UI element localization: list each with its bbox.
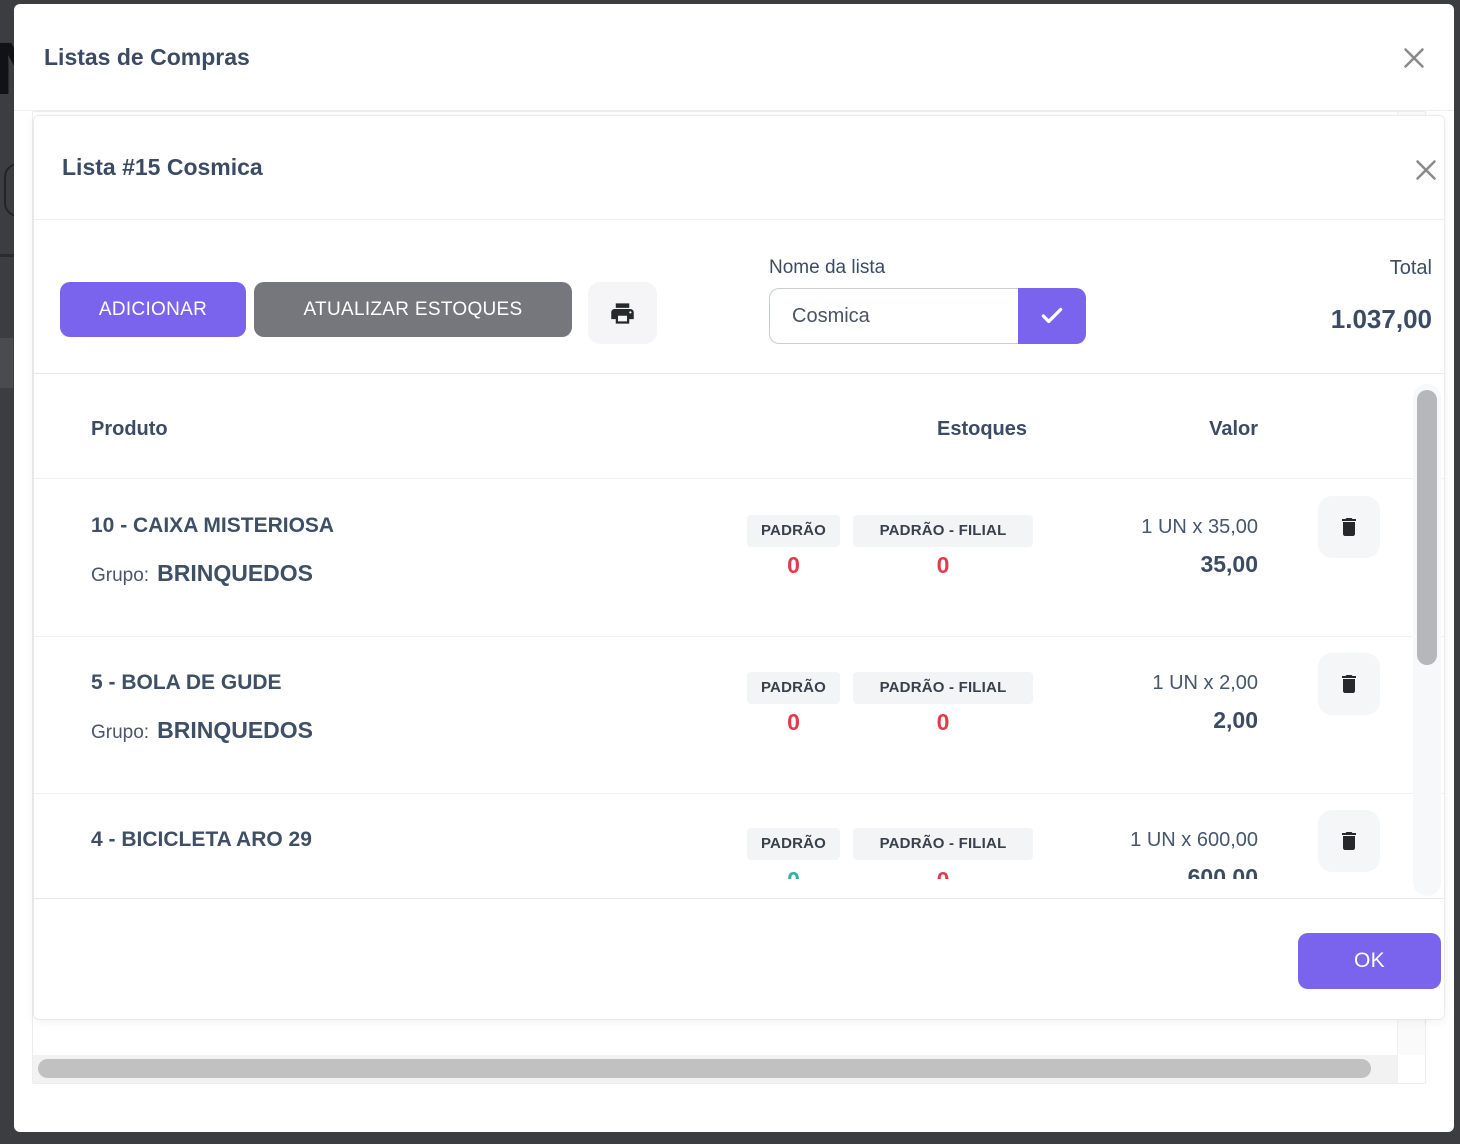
update-stocks-button[interactable]: ATUALIZAR ESTOQUES xyxy=(254,282,572,337)
stocks-column-header: Estoques xyxy=(882,418,1082,441)
trash-icon xyxy=(1337,672,1361,696)
stock-badge: PADRÃO xyxy=(747,828,840,860)
total-label: Total xyxy=(1390,257,1432,280)
total-value: 1.037,00 xyxy=(1331,304,1432,335)
product-name: 5 - BOLA DE GUDE xyxy=(91,671,282,695)
close-icon xyxy=(1397,41,1431,75)
table-vertical-scrollbar-thumb[interactable] xyxy=(1417,390,1437,665)
stock-quantity: 0 xyxy=(747,552,840,579)
dialog-title: Lista #15 Cosmica xyxy=(62,154,263,181)
product-table-viewport[interactable]: Produto Estoques Valor 10 - CAIXA MISTER… xyxy=(34,374,1444,879)
dialog-close-button[interactable] xyxy=(1406,150,1446,190)
quantity-price-line: 1 UN x 600,00 xyxy=(1130,829,1258,852)
stock-quantity: 0 xyxy=(853,867,1033,879)
table-divider xyxy=(34,478,1444,479)
delete-item-button[interactable] xyxy=(1318,810,1380,872)
stock-quantity: 0 xyxy=(747,867,840,879)
row-total: 2,00 xyxy=(1213,707,1258,734)
stock-badge: PADRÃO - FILIAL xyxy=(853,828,1033,860)
list-detail-dialog: Lista #15 Cosmica ADICIONAR ATUALIZAR ES… xyxy=(33,115,1445,1020)
group-value: BRINQUEDOS xyxy=(157,560,313,587)
stock-badge: PADRÃO xyxy=(747,672,840,704)
ok-button[interactable]: OK xyxy=(1298,933,1441,989)
table-vertical-scrollbar-track[interactable] xyxy=(1413,384,1441,896)
value-column-header: Valor xyxy=(1209,418,1258,441)
dialog-footer-divider xyxy=(34,898,1444,899)
background-page-box xyxy=(0,338,13,388)
modal-close-button[interactable] xyxy=(1394,38,1434,78)
modal-title: Listas de Compras xyxy=(44,44,250,71)
list-name-input[interactable] xyxy=(769,288,1018,344)
table-divider xyxy=(34,793,1444,794)
delete-item-button[interactable] xyxy=(1318,653,1380,715)
stock-quantity: 0 xyxy=(747,709,840,736)
group-label: Grupo: xyxy=(91,722,149,744)
group-value: BRINQUEDOS xyxy=(157,717,313,744)
product-column-header: Produto xyxy=(91,418,168,441)
table-divider xyxy=(34,636,1444,637)
stock-badge: PADRÃO - FILIAL xyxy=(853,515,1033,547)
stock-quantity: 0 xyxy=(853,709,1033,736)
stock-badge: PADRÃO xyxy=(747,515,840,547)
stock-badge: PADRÃO - FILIAL xyxy=(853,672,1033,704)
group-label: Grupo: xyxy=(91,565,149,587)
row-total: 35,00 xyxy=(1200,551,1258,578)
horizontal-scrollbar-track[interactable] xyxy=(33,1055,1398,1083)
confirm-name-button[interactable] xyxy=(1018,288,1086,344)
shopping-lists-modal: Listas de Compras Lista #15 Cosmica xyxy=(14,4,1454,1132)
print-button[interactable] xyxy=(588,282,657,344)
product-name: 10 - CAIXA MISTERIOSA xyxy=(91,514,334,538)
horizontal-scrollbar-thumb[interactable] xyxy=(38,1059,1371,1078)
trash-icon xyxy=(1337,515,1361,539)
trash-icon xyxy=(1337,829,1361,853)
screen: N Listas de Compras Lista #15 Cosmica xyxy=(0,0,1460,1144)
stock-quantity: 0 xyxy=(853,552,1033,579)
add-button[interactable]: ADICIONAR xyxy=(60,282,246,337)
product-name: 4 - BICICLETA ARO 29 xyxy=(91,828,312,852)
printer-icon xyxy=(609,300,636,327)
product-group: Grupo: BRINQUEDOS xyxy=(91,717,313,744)
close-icon xyxy=(1409,153,1443,187)
product-group: Grupo: BRINQUEDOS xyxy=(91,560,313,587)
list-name-label: Nome da lista xyxy=(769,257,885,279)
delete-item-button[interactable] xyxy=(1318,496,1380,558)
dialog-header-divider xyxy=(34,219,1444,220)
quantity-price-line: 1 UN x 2,00 xyxy=(1152,672,1258,695)
row-total: 600,00 xyxy=(1188,864,1258,879)
check-icon xyxy=(1039,303,1065,329)
quantity-price-line: 1 UN x 35,00 xyxy=(1141,516,1258,539)
list-name-input-group xyxy=(769,288,1086,344)
